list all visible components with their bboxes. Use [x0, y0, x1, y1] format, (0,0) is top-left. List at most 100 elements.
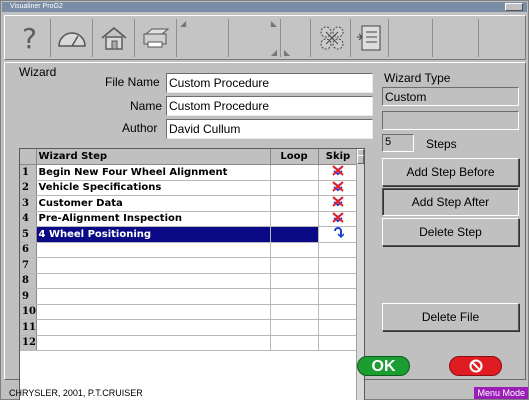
cancel-icon	[469, 359, 482, 373]
loop-cell[interactable]	[270, 257, 319, 274]
skip-cell[interactable]	[318, 242, 359, 258]
step-cell[interactable]: Vehicle Specifications	[36, 180, 271, 196]
toolbar-blank-2[interactable]: ◣ ◢	[229, 19, 281, 57]
table-row[interactable]: 12	[20, 335, 359, 351]
wizard-type-value: Custom	[382, 87, 519, 106]
step-cell[interactable]: 4 Wheel Positioning	[36, 226, 271, 243]
toolbar-blank-1[interactable]: ◢	[177, 19, 229, 57]
cancel-button[interactable]	[449, 356, 502, 376]
step-cell[interactable]	[36, 273, 271, 289]
window-title: Visualiner ProG2	[10, 3, 63, 10]
table-row[interactable]: 9	[20, 288, 359, 305]
grid-corner	[20, 149, 37, 165]
title-bar: Visualiner ProG2	[2, 2, 527, 12]
loop-cell[interactable]	[270, 164, 319, 181]
step-cell[interactable]	[36, 319, 271, 336]
scroll-up-arrow-2[interactable]	[357, 155, 364, 164]
table-row[interactable]: 1 Begin New Four Wheel Alignment	[20, 164, 359, 181]
skip-cell[interactable]	[318, 226, 359, 243]
add-step-after-button[interactable]: Add Step After	[382, 188, 519, 216]
corner-mark-icon: ◢	[180, 19, 187, 28]
skip-cell[interactable]	[318, 195, 359, 212]
table-row[interactable]: 3 Customer Data	[20, 195, 359, 212]
skip-cell[interactable]	[318, 257, 359, 274]
table-row[interactable]: 6	[20, 242, 359, 258]
ok-button[interactable]: OK	[357, 356, 410, 376]
row-number: 3	[20, 195, 37, 212]
no-skip-icon	[332, 196, 344, 207]
row-number: 11	[20, 319, 37, 336]
loop-cell[interactable]	[270, 273, 319, 289]
file-name-field[interactable]: Custom Procedure	[166, 73, 373, 93]
add-step-before-button[interactable]: Add Step Before	[382, 158, 519, 186]
step-cell[interactable]	[36, 242, 271, 258]
no-skip-icon	[332, 165, 344, 176]
speedometer-icon	[57, 32, 86, 47]
wheels-button[interactable]	[313, 19, 351, 57]
no-skip-icon	[332, 212, 344, 223]
table-row[interactable]: 7	[20, 257, 359, 274]
loop-cell[interactable]	[270, 304, 319, 320]
file-name-label: File Name	[105, 75, 160, 89]
wizard-type-extra	[382, 111, 519, 130]
row-number: 6	[20, 242, 37, 258]
procedure-icon	[356, 25, 380, 51]
step-cell[interactable]: Begin New Four Wheel Alignment	[36, 164, 271, 181]
row-number: 9	[20, 288, 37, 305]
skip-cell[interactable]	[318, 304, 359, 320]
skip-cell[interactable]	[318, 319, 359, 336]
skip-cell[interactable]	[318, 273, 359, 289]
help-icon: ?	[22, 21, 37, 55]
loop-cell[interactable]	[270, 180, 319, 196]
gauge-button[interactable]	[51, 19, 93, 57]
procedure-button[interactable]	[351, 19, 389, 57]
table-row[interactable]: 11	[20, 319, 359, 336]
toolbar-blank-4[interactable]	[389, 19, 433, 57]
wizard-panel: Wizard File Name Custom Procedure Name C…	[4, 62, 526, 400]
table-row[interactable]: 2 Vehicle Specifications	[20, 180, 359, 196]
window-controls[interactable]	[505, 3, 523, 11]
step-cell[interactable]	[36, 288, 271, 305]
row-number: 5	[20, 226, 37, 243]
delete-file-button[interactable]: Delete File	[382, 303, 519, 331]
toolbar-blank-3[interactable]: ◣	[281, 19, 311, 57]
loop-cell[interactable]	[270, 226, 319, 243]
table-row[interactable]: 8	[20, 273, 359, 289]
column-header-step: Wizard Step	[36, 149, 271, 165]
help-button[interactable]: ?	[9, 19, 51, 57]
print-button[interactable]	[135, 19, 177, 57]
skip-cell[interactable]	[318, 335, 359, 351]
skip-cell[interactable]	[318, 288, 359, 305]
corner-mark-icon: ◢	[270, 48, 277, 57]
loop-cell[interactable]	[270, 195, 319, 212]
vehicle-status: CHRYSLER, 2001, P.T.CRUISER	[9, 388, 143, 398]
loop-cell[interactable]	[270, 288, 319, 305]
loop-cell[interactable]	[270, 242, 319, 258]
loop-cell[interactable]	[270, 335, 319, 351]
printer-icon	[143, 28, 169, 48]
home-button[interactable]	[93, 19, 135, 57]
author-field[interactable]: David Cullum	[166, 119, 373, 139]
step-cell[interactable]	[36, 304, 271, 320]
toolbar-blank-5[interactable]	[433, 19, 479, 57]
row-number: 8	[20, 273, 37, 289]
step-cell[interactable]: Pre-Alignment Inspection	[36, 211, 271, 227]
no-skip-icon	[332, 181, 344, 192]
delete-step-button[interactable]: Delete Step	[382, 218, 519, 246]
table-row-selected[interactable]: 5 4 Wheel Positioning	[20, 226, 359, 243]
column-header-loop: Loop	[270, 149, 319, 165]
wheels-icon	[320, 26, 343, 50]
loop-cell[interactable]	[270, 211, 319, 227]
skip-cell[interactable]	[318, 180, 359, 196]
table-row[interactable]: 10	[20, 304, 359, 320]
table-row[interactable]: 4 Pre-Alignment Inspection	[20, 211, 359, 227]
loop-cell[interactable]	[270, 319, 319, 336]
step-cell[interactable]: Customer Data	[36, 195, 271, 212]
name-label: Name	[130, 99, 163, 113]
skip-cell[interactable]	[318, 164, 359, 181]
skip-cell[interactable]	[318, 211, 359, 227]
name-field[interactable]: Custom Procedure	[166, 96, 373, 116]
step-cell[interactable]	[36, 335, 271, 351]
step-cell[interactable]	[36, 257, 271, 274]
row-number: 4	[20, 211, 37, 227]
